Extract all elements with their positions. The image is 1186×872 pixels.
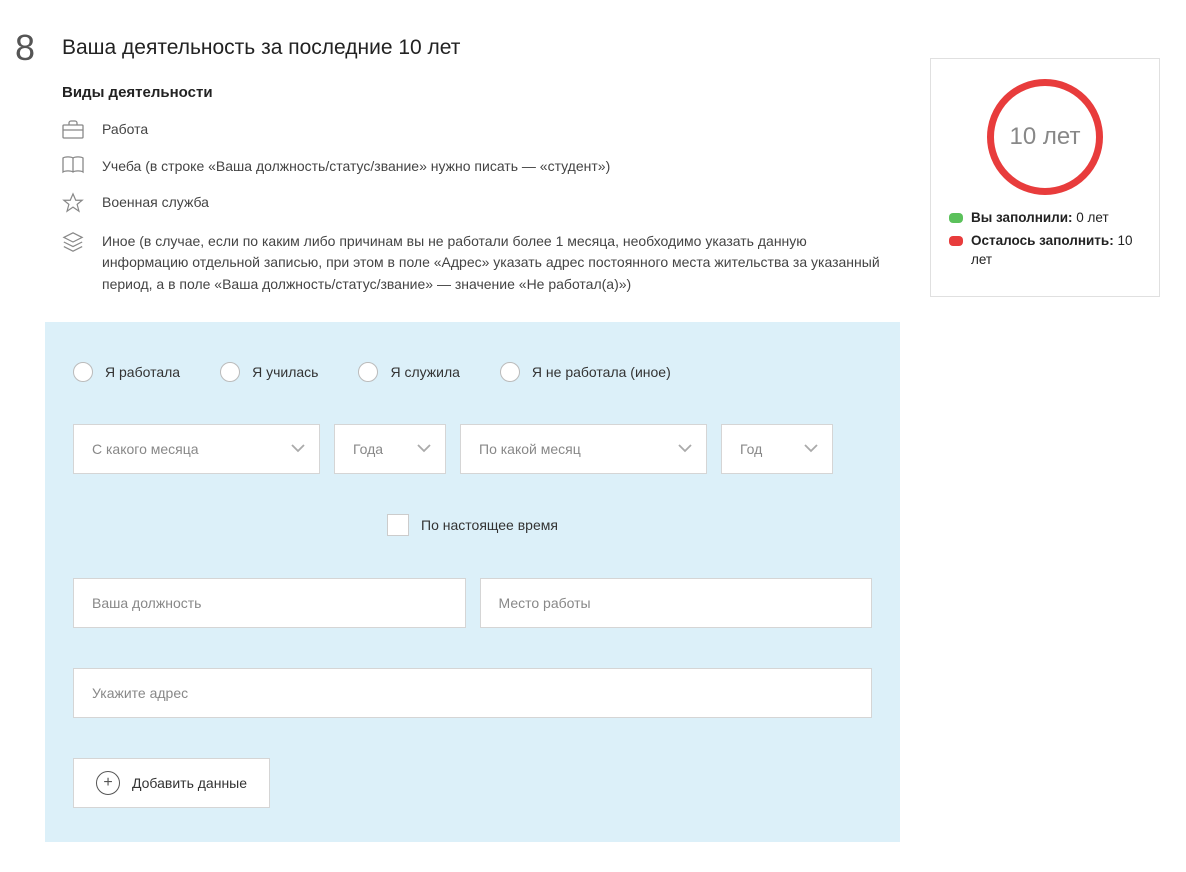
radio-none[interactable]: Я не работала (иное) — [500, 362, 671, 382]
select-from-month-label: С какого месяца — [92, 441, 199, 457]
input-row-address — [73, 668, 872, 718]
activity-list: Работа Учеба (в строке «Ваша должность/с… — [62, 119, 900, 296]
dot-red-icon — [949, 236, 963, 246]
select-from-month[interactable]: С какого месяца — [73, 424, 320, 474]
section-header: 8 Ваша деятельность за последние 10 лет — [10, 30, 900, 66]
radio-none-label: Я не работала (иное) — [532, 364, 671, 380]
radio-worked[interactable]: Я работала — [73, 362, 180, 382]
select-from-year-label: Года — [353, 441, 383, 457]
input-workplace[interactable] — [480, 578, 873, 628]
select-to-year-label: Год — [740, 441, 762, 457]
star-icon — [62, 192, 86, 217]
date-range-row: С какого месяца Года По какой месяц — [73, 424, 872, 474]
form-panel: Я работала Я училась Я служила Я не рабо… — [45, 322, 900, 842]
activity-study-text: Учеба (в строке «Ваша должность/статус/з… — [102, 156, 610, 178]
activity-military-text: Военная служба — [102, 192, 209, 214]
activity-other: Иное (в случае, если по каким либо причи… — [62, 231, 900, 296]
select-to-year[interactable]: Год — [721, 424, 833, 474]
select-from-year[interactable]: Года — [334, 424, 446, 474]
layers-icon — [62, 231, 86, 256]
radio-group-activity-type: Я работала Я училась Я служила Я не рабо… — [73, 362, 872, 382]
activity-work-text: Работа — [102, 119, 148, 141]
input-row-position-workplace — [73, 578, 872, 628]
checkbox-icon — [387, 514, 409, 536]
radio-studied[interactable]: Я училась — [220, 362, 318, 382]
add-data-button[interactable]: + Добавить данные — [73, 758, 270, 808]
activity-military: Военная служба — [62, 192, 900, 217]
progress-sidebar: 10 лет Вы заполнили: 0 лет Осталось запо… — [930, 30, 1160, 842]
dot-green-icon — [949, 213, 963, 223]
radio-circle-icon — [73, 362, 93, 382]
radio-circle-icon — [358, 362, 378, 382]
activity-other-text: Иное (в случае, если по каким либо причи… — [102, 231, 882, 296]
legend-filled-label: Вы заполнили: — [971, 210, 1073, 225]
legend-remaining: Осталось заполнить: 10 лет — [949, 232, 1141, 270]
book-icon — [62, 156, 86, 177]
progress-box: 10 лет Вы заполнили: 0 лет Осталось запо… — [930, 58, 1160, 297]
legend-filled: Вы заполнили: 0 лет — [949, 209, 1141, 228]
subtitle-activities: Виды деятельности — [62, 84, 900, 101]
legend-filled-value: 0 лет — [1073, 210, 1109, 225]
input-address[interactable] — [73, 668, 872, 718]
step-number: 8 — [10, 30, 40, 66]
radio-worked-label: Я работала — [105, 364, 180, 380]
chevron-down-icon — [804, 444, 818, 453]
select-to-month-label: По какой месяц — [479, 441, 581, 457]
progress-circle: 10 лет — [987, 79, 1103, 195]
radio-circle-icon — [220, 362, 240, 382]
radio-studied-label: Я училась — [252, 364, 318, 380]
input-position[interactable] — [73, 578, 466, 628]
radio-circle-icon — [500, 362, 520, 382]
progress-circle-label: 10 лет — [1010, 123, 1081, 151]
legend-remaining-label: Осталось заполнить: — [971, 233, 1114, 248]
chevron-down-icon — [417, 444, 431, 453]
radio-served-label: Я служила — [390, 364, 459, 380]
section-title: Ваша деятельность за последние 10 лет — [62, 30, 460, 60]
chevron-down-icon — [678, 444, 692, 453]
radio-served[interactable]: Я служила — [358, 362, 459, 382]
chevron-down-icon — [291, 444, 305, 453]
add-data-button-label: Добавить данные — [132, 775, 247, 791]
plus-icon: + — [96, 771, 120, 795]
activity-study: Учеба (в строке «Ваша должность/статус/з… — [62, 156, 900, 178]
activity-work: Работа — [62, 119, 900, 142]
checkbox-present-row[interactable]: По настоящее время — [73, 514, 872, 536]
checkbox-present-label: По настоящее время — [421, 517, 558, 533]
briefcase-icon — [62, 119, 86, 142]
select-to-month[interactable]: По какой месяц — [460, 424, 707, 474]
